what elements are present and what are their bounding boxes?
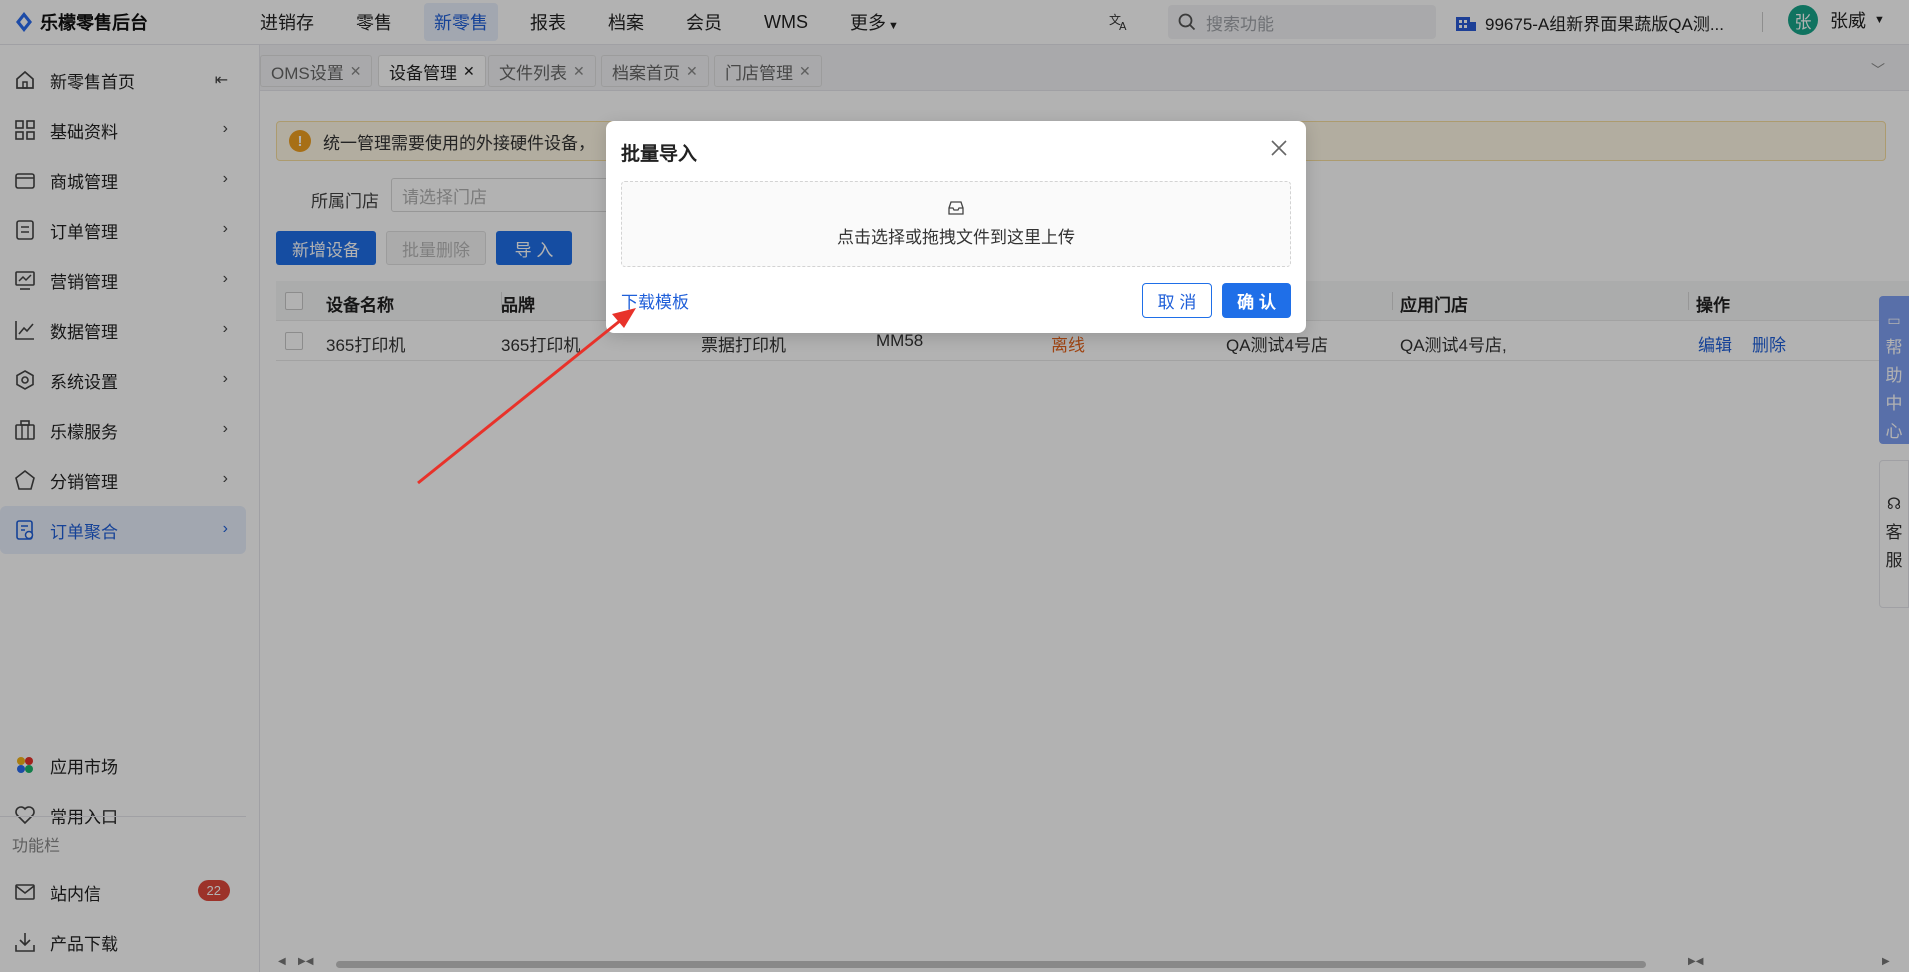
cancel-button[interactable]: 取 消	[1142, 283, 1212, 318]
file-upload-dropzone[interactable]: 点击选择或拖拽文件到这里上传	[621, 181, 1291, 267]
upload-hint: 点击选择或拖拽文件到这里上传	[837, 227, 1075, 247]
close-icon[interactable]	[1268, 137, 1290, 159]
download-template-link[interactable]: 下载模板	[621, 288, 689, 313]
dialog-title: 批量导入	[621, 144, 698, 165]
confirm-button[interactable]: 确 认	[1222, 283, 1291, 318]
inbox-icon	[948, 200, 964, 215]
batch-import-dialog: 批量导入 点击选择或拖拽文件到这里上传 下载模板 取 消 确 认	[606, 121, 1306, 333]
